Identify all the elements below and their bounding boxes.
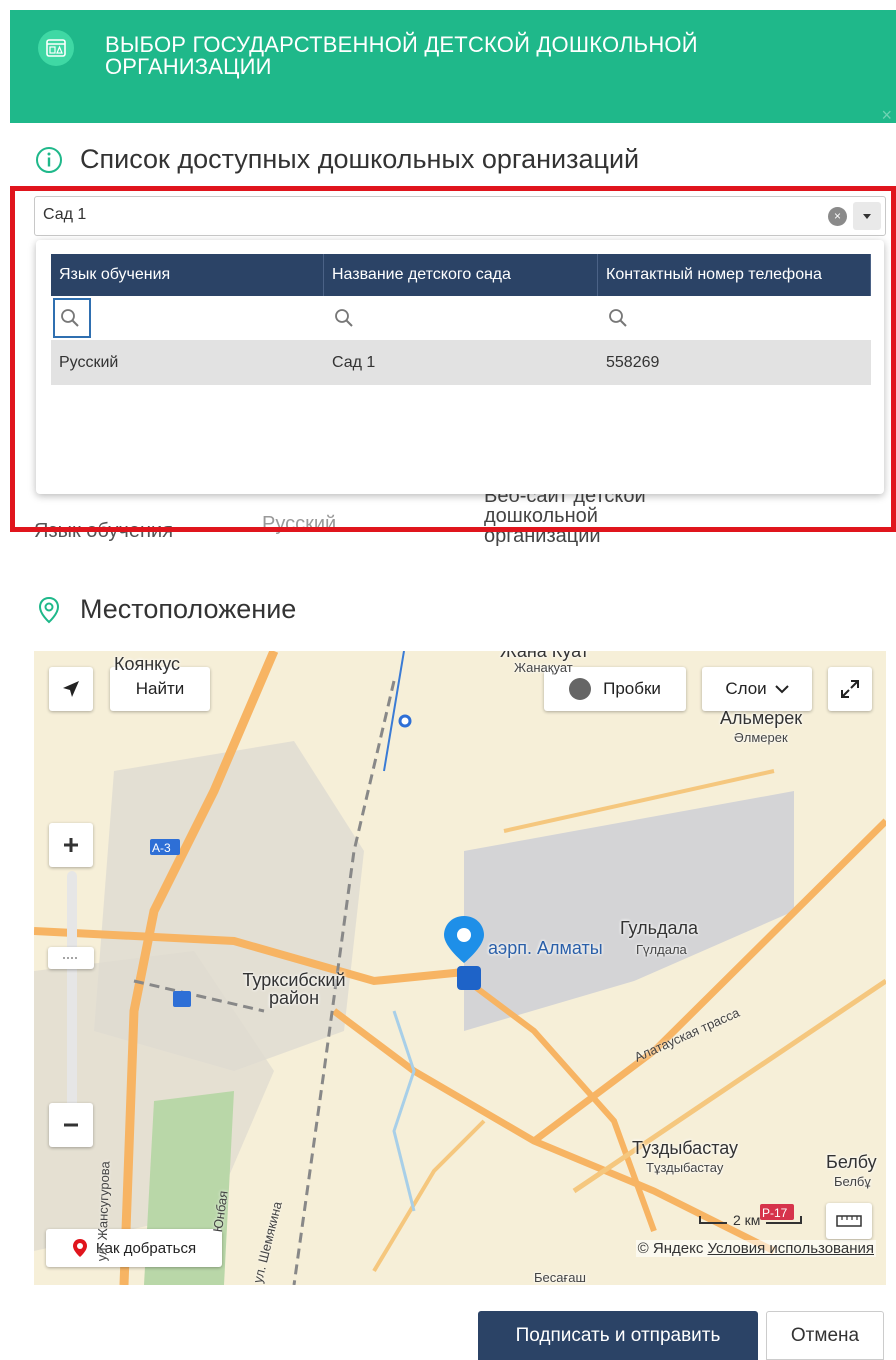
chevron-down-icon [774,685,789,694]
search-icon [335,309,353,327]
layers-label: Слои [725,679,767,698]
terms-link[interactable]: Условия использования [708,1240,875,1257]
road-badge-r17: P-17 [762,1206,788,1220]
details-language-value: Русский [262,513,337,535]
cancel-button[interactable]: Отмена [766,1311,884,1360]
dialog-title: ВЫБОР ГОСУДАРСТВЕННОЙ ДЕТСКОЙ ДОШКОЛЬНОЙ… [105,32,698,79]
filter-language[interactable] [51,296,324,340]
zoom-out-button[interactable] [49,1103,93,1147]
search-icon [61,309,79,327]
grip-icon [63,957,77,959]
map-pin-icon [72,1239,87,1257]
grid-column-name[interactable]: Название детского сада [324,254,598,296]
route-button[interactable]: Как добраться [46,1229,222,1267]
cell-language: Русский [59,354,119,371]
scale-bar-left [699,1216,727,1224]
dropdown-arrow-button[interactable] [853,202,881,230]
map-label-belbulak: Белбу [826,1152,877,1172]
document-icon [38,30,74,66]
expand-icon [841,680,859,698]
fullscreen-button[interactable] [828,667,872,711]
traffic-light-icon [569,678,592,700]
kindergarten-grid: Язык обучения Название детского сада Кон… [51,254,871,385]
map-label-guldala: Гульдала [620,918,699,938]
route-label: Как добраться [95,1239,197,1257]
clear-icon[interactable]: × [828,207,847,226]
filter-phone[interactable] [598,296,871,340]
grid-filter-row [51,296,871,340]
layers-button[interactable]: Слои [702,667,812,711]
grid-header: Язык обучения Название детского сада Кон… [51,254,871,296]
section-list-title: Список доступных дошкольных организаций [34,144,639,175]
map-label-airport: аэрп. Алматы [488,938,603,958]
map-label-turksib: Турксибский район [242,970,346,1008]
kindergarten-combobox[interactable]: Сад 1 × [34,196,886,236]
section-location-title: Местоположение [34,594,296,625]
road-badge-a3: A-3 [152,841,171,855]
ruler-icon [836,1215,862,1227]
map-label-tuzdybastau: Туздыбастау [632,1138,739,1158]
search-icon [609,309,627,327]
ruler-button[interactable] [826,1203,872,1239]
scale-label: 2 км [733,1212,761,1228]
filter-name[interactable] [324,296,598,340]
kindergarten-combobox-value[interactable]: Сад 1 [43,206,86,224]
map-pin-icon [38,596,60,623]
geolocation-button[interactable] [49,667,93,711]
cell-phone: 558269 [606,354,660,371]
dialog-header: ВЫБОР ГОСУДАРСТВЕННОЙ ДЕТСКОЙ ДОШКОЛЬНОЙ… [10,10,896,124]
grid-column-language[interactable]: Язык обучения [51,254,324,296]
minus-icon [64,1123,78,1127]
combobox-dropdown: Язык обучения Название детского сада Кон… [36,240,884,494]
section-list-label: Список доступных дошкольных организаций [80,144,640,174]
map-label-besagash: Бесағаш [534,1270,586,1285]
traffic-label: Пробки [603,679,661,698]
grid-column-phone[interactable]: Контактный номер телефона [598,254,871,296]
copyright-label: © Яндекс [637,1240,704,1257]
map-label-tuzdybastau-kz: Тұздыбастау [646,1160,724,1175]
table-row[interactable]: Русский Сад 1 558269 [51,340,871,385]
zoom-in-button[interactable] [49,823,93,867]
info-icon [36,146,62,173]
details-row: Язык обучения Русский Веб-сайт детской д… [0,486,896,556]
zoom-slider-handle[interactable] [48,947,94,969]
map-label-almerek: Альмерек [720,708,803,728]
map-label-belbulak-kz: Белбұ [834,1174,871,1189]
map-copyright: © Яндекс Условия использования [635,1240,876,1257]
plus-icon [64,838,78,852]
map-label-almerek-kz: Әлмерек [734,730,788,745]
cell-name: Сад 1 [332,354,376,371]
map-label-koyankus: Коянкус [114,654,181,674]
sign-and-submit-button[interactable]: Подписать и отправить [478,1311,758,1360]
map-label-guldala-kz: Гүлдала [636,942,687,957]
close-icon[interactable]: × [881,106,892,124]
details-website-label: Веб-сайт детской дошкольной организации [484,485,646,547]
details-language-label: Язык обучения [34,520,174,542]
section-location-label: Местоположение [80,594,297,624]
map-label-zhanakuat: Жанақуат [514,660,573,675]
navigation-arrow-icon [63,681,79,697]
location-map[interactable]: Найти Пробки Слои Как добраться 2 км Коя… [34,651,886,1285]
